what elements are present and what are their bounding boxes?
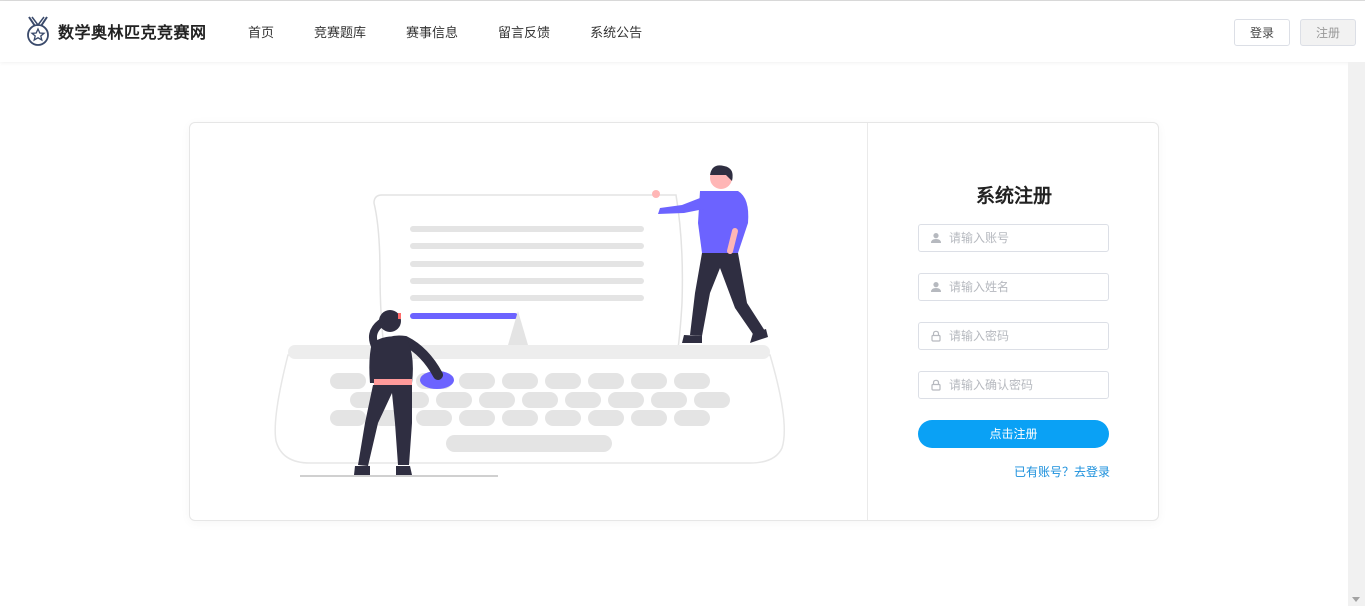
submit-register-button[interactable]: 点击注册 (918, 420, 1109, 448)
confirm-password-input[interactable] (949, 378, 1099, 392)
user-icon (930, 281, 942, 293)
nav-question-bank[interactable]: 竞赛题库 (314, 22, 366, 41)
site-name: 数学奥林匹克竞赛网 (58, 23, 207, 42)
nav-events[interactable]: 赛事信息 (406, 22, 458, 41)
scrollbar[interactable] (1348, 62, 1365, 606)
nav-announcements[interactable]: 系统公告 (590, 22, 642, 41)
scroll-down-arrow-icon[interactable] (1352, 597, 1360, 602)
form-title: 系统注册 (975, 185, 1052, 207)
password-field[interactable] (918, 322, 1109, 350)
account-field[interactable] (918, 224, 1109, 252)
goto-login-link[interactable]: 已有账号？去登录 (950, 463, 1110, 480)
card-divider (867, 123, 868, 520)
account-input[interactable] (949, 231, 1099, 245)
lock-icon (930, 379, 942, 391)
user-icon (930, 232, 942, 244)
site-logo[interactable]: 数学奥林匹克竞赛网 (24, 15, 207, 47)
nav-feedback[interactable]: 留言反馈 (498, 22, 550, 41)
name-input[interactable] (949, 280, 1099, 294)
register-button[interactable]: 注册 (1300, 19, 1356, 46)
main-nav: 首页 竞赛题库 赛事信息 留言反馈 系统公告 (248, 1, 682, 62)
name-field[interactable] (918, 273, 1109, 301)
register-card: 系统注册 点击注册 已有账号？去登录 (189, 122, 1159, 521)
typewriter-illustration (274, 165, 786, 477)
password-input[interactable] (949, 329, 1099, 343)
lock-icon (930, 330, 942, 342)
top-header: 数学奥林匹克竞赛网 首页 竞赛题库 赛事信息 留言反馈 系统公告 登录 注册 (0, 1, 1365, 62)
nav-home[interactable]: 首页 (248, 22, 274, 41)
login-button[interactable]: 登录 (1234, 19, 1290, 46)
confirm-password-field[interactable] (918, 371, 1109, 399)
medal-logo-icon (27, 16, 49, 46)
